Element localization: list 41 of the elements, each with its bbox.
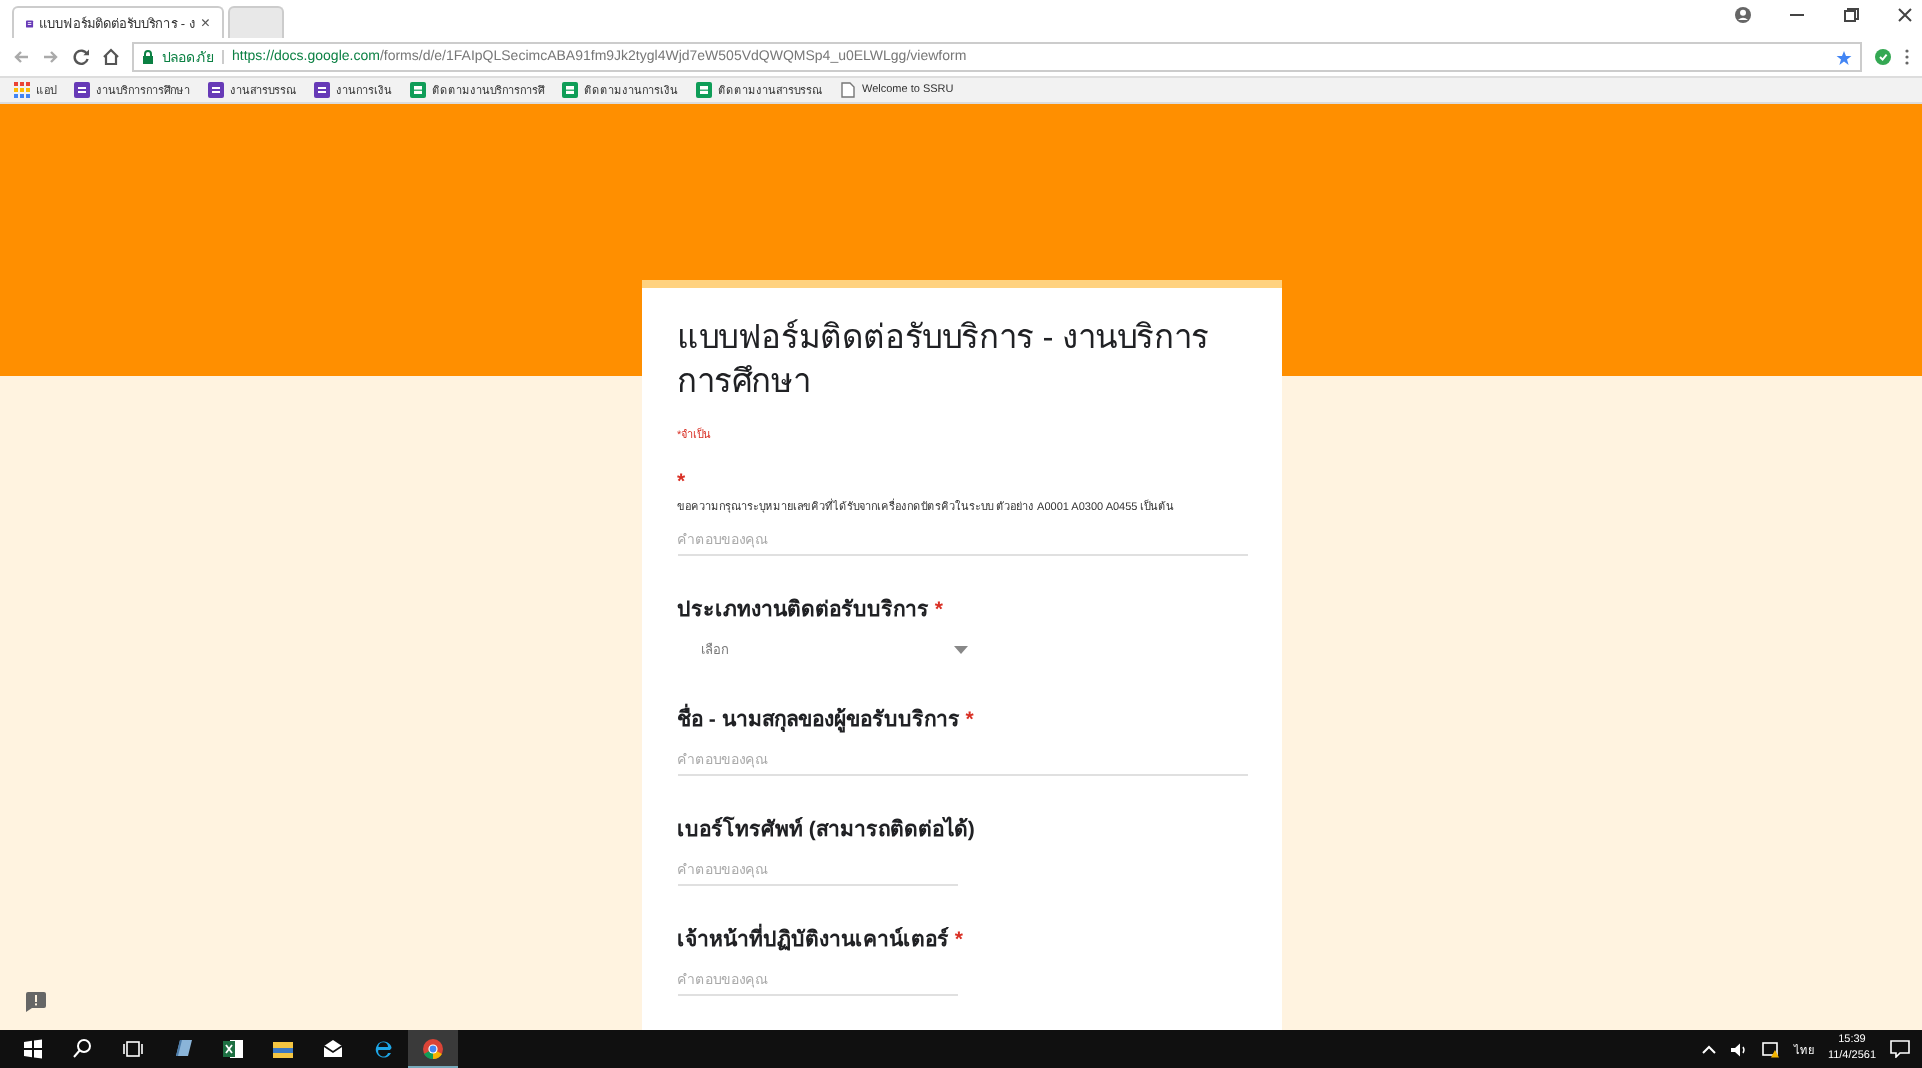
chrome-icon [422,1037,444,1059]
folder-icon [272,1038,294,1060]
mail-icon [322,1038,344,1060]
extension-icon[interactable] [1874,48,1892,66]
sheet-icon [696,82,712,98]
form-icon [208,82,224,98]
question-title: ชื่อ - นามสกุลของผู้ขอรับบริการ * [677,701,976,736]
speaker-icon[interactable] [1729,1041,1748,1057]
windows-icon [22,1038,44,1060]
caret-icon [953,645,967,654]
taskbar-button[interactable] [408,1030,458,1068]
profile-icon[interactable] [1734,6,1752,24]
question-title: เจ้าหน้าที่ปฏิบัติงานเคาน์เตอร์ * [677,921,966,956]
chevron-up-icon[interactable] [1701,1044,1716,1054]
menu-icon[interactable] [1904,48,1910,66]
notification-icon[interactable] [1890,1040,1910,1058]
sheet-icon [410,82,426,98]
question-title: เบอร์โทรศัพท์ (สามารถติดต่อได้) [677,814,977,846]
network-warning-icon[interactable] [1761,1041,1780,1057]
spreadsheet-icon [222,1038,244,1060]
reload-icon[interactable] [72,48,90,66]
search-icon [72,1038,94,1060]
close-tab-button[interactable]: × [200,14,210,32]
form-title: แบบฟอร์มติดต่อรับบริการ - งานบริการการศึกษา [677,317,1211,405]
question-title: ประเภทงานติดต่อรับบริการ * [677,595,946,626]
form-icon [26,15,34,31]
browser-e-icon [372,1038,394,1060]
form-icon [314,82,330,98]
sheet-icon [562,82,578,98]
page-icon [840,82,856,98]
restore-icon[interactable] [1842,6,1860,24]
lock-icon [142,50,154,64]
feedback-icon[interactable] [26,992,46,1012]
home-icon[interactable] [102,48,120,66]
form-icon [74,82,90,98]
task-view-icon [122,1038,144,1060]
apps-icon [14,82,30,98]
close-icon[interactable] [1896,6,1914,24]
notepad-icon [172,1038,194,1060]
star-icon[interactable] [1836,49,1852,65]
question-title: * [677,469,688,494]
